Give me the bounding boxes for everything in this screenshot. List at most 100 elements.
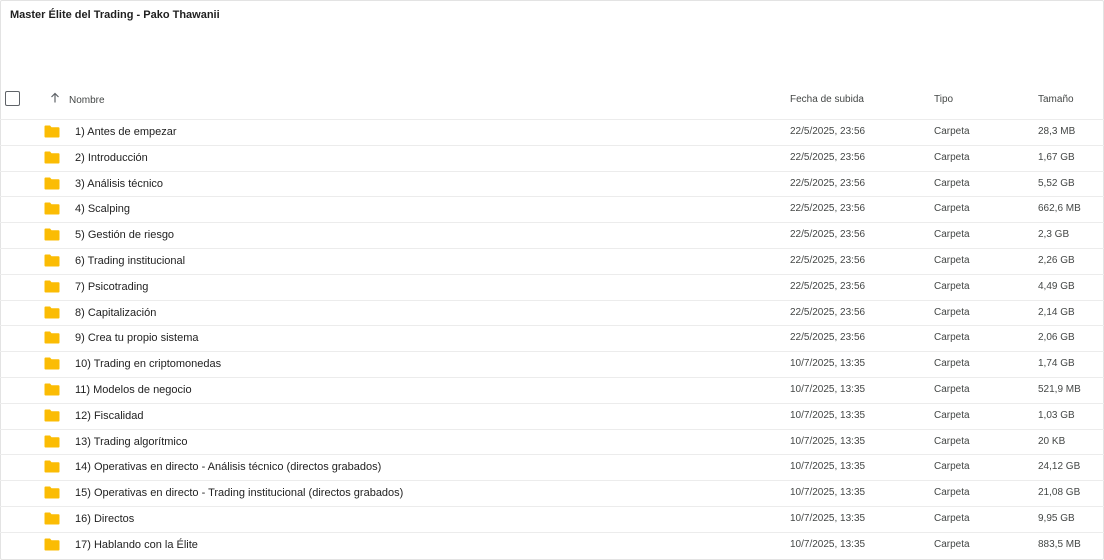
row-size: 21,08 GB [1038, 487, 1081, 499]
row-size: 20 KB [1038, 435, 1066, 447]
column-header-size[interactable]: Tamaño [1038, 94, 1074, 105]
table-row[interactable]: 5) Gestión de riesgo 22/5/2025, 23:56 Carp… [0, 222, 1104, 248]
row-name: 5) Gestión de riesgo [75, 229, 175, 242]
folder-icon [44, 306, 60, 319]
row-size: 883,5 MB [1038, 538, 1081, 550]
row-type: Carpeta [934, 512, 970, 524]
table-row[interactable]: 2) Introducción 22/5/2025, 23:56 Carpeta 1,… [0, 144, 1104, 171]
folder-title: Master Élite del Trading - Pako Thawanii [10, 9, 220, 21]
row-name: 13) Trading algorítmico [75, 435, 188, 448]
folder-icon [44, 409, 60, 422]
folder-icon [44, 331, 60, 344]
row-size: 2,3 GB [1038, 229, 1070, 241]
row-date: 22/5/2025, 23:56 [790, 332, 866, 344]
table-row[interactable]: 1) Antes de empezar 22/5/2025, 23:56 Carpe… [0, 119, 1104, 145]
row-name: 16) Directos [75, 512, 135, 525]
row-date: 10/7/2025, 13:35 [790, 383, 866, 395]
row-name: 8) Capitalización [75, 306, 157, 319]
row-name: 14) Operativas en directo - Análisis téc… [75, 461, 382, 474]
row-date: 22/5/2025, 23:56 [790, 229, 866, 241]
row-date: 10/7/2025, 13:35 [790, 358, 866, 370]
row-date: 22/5/2025, 23:56 [790, 151, 866, 163]
row-date: 10/7/2025, 13:35 [790, 512, 866, 524]
folder-icon [44, 254, 60, 267]
table-row[interactable]: 14) Operativas en directo - Análisis téc… [0, 454, 1104, 480]
row-date: 10/7/2025, 13:35 [790, 461, 866, 473]
column-header-date[interactable]: Fecha de subida [790, 94, 864, 105]
row-date: 10/7/2025, 13:35 [790, 538, 866, 550]
row-name: 9) Crea tu propio sistema [75, 332, 199, 345]
folder-icon [44, 435, 60, 448]
row-date: 22/5/2025, 23:56 [790, 280, 866, 292]
row-size: 1,03 GB [1038, 409, 1075, 421]
table-row[interactable]: 7) Psicotrading 22/5/2025, 23:56 Carpeta 4,… [0, 273, 1104, 300]
row-type: Carpeta [934, 358, 970, 370]
row-name: 10) Trading en criptomonedas [75, 358, 222, 371]
table-row[interactable]: 3) Análisis técnico 22/5/2025, 23:56 Carpe… [0, 170, 1104, 197]
folder-icon [44, 512, 60, 525]
row-date: 22/5/2025, 23:56 [790, 306, 866, 318]
folder-icon [44, 228, 60, 241]
row-size: 2,26 GB [1038, 254, 1075, 266]
column-header-name[interactable]: Nombre [69, 95, 105, 106]
row-size: 28,3 MB [1038, 126, 1076, 137]
row-size: 4,49 GB [1038, 280, 1075, 292]
row-name: 17) Hablando con la Élite [75, 538, 198, 551]
row-name: 7) Psicotrading [75, 280, 149, 293]
row-type: Carpeta [934, 126, 970, 137]
row-size: 24,12 GB [1038, 461, 1081, 473]
folder-icon [44, 177, 60, 190]
row-type: Carpeta [934, 487, 970, 499]
row-type: Carpeta [934, 280, 970, 292]
row-name: 15) Operativas en directo - Trading inst… [75, 487, 404, 500]
row-date: 22/5/2025, 23:56 [790, 203, 866, 215]
table-row[interactable]: 12) Fiscalidad 10/7/2025, 13:35 Carpeta 1,0… [0, 402, 1104, 429]
row-type: Carpeta [934, 538, 970, 550]
row-size: 1,74 GB [1038, 358, 1075, 370]
column-header-type[interactable]: Tipo [934, 94, 953, 105]
table-row[interactable]: 13) Trading algorítmico 10/7/2025, 13:35 C… [0, 428, 1104, 455]
folder-icon [44, 538, 60, 551]
table-row[interactable]: 6) Trading institucional 22/5/2025, 23:56… [0, 247, 1104, 274]
table-row[interactable]: 15) Operativas en directo - Trading inst… [0, 480, 1104, 506]
arrow-up-icon[interactable] [49, 92, 61, 104]
file-list: 1) Antes de empezar 22/5/2025, 23:56 Carpe… [0, 119, 1104, 558]
table-row[interactable]: 10) Trading en criptomonedas 10/7/2025, 1… [0, 351, 1104, 377]
row-type: Carpeta [934, 254, 970, 266]
row-size: 1,67 GB [1038, 151, 1075, 163]
table-row[interactable]: 16) Directos 10/7/2025, 13:35 Carpeta 9,95 … [0, 505, 1104, 532]
row-type: Carpeta [934, 203, 970, 215]
table-row[interactable]: 8) Capitalización 22/5/2025, 23:56 Carpeta… [0, 299, 1104, 326]
table-row[interactable]: 4) Scalping 22/5/2025, 23:56 Carpeta 662,6 … [0, 196, 1104, 222]
select-all-checkbox[interactable] [5, 91, 20, 106]
row-size: 662,6 MB [1038, 203, 1081, 215]
table-row[interactable]: 11) Modelos de negocio 10/7/2025, 13:35 Ca… [0, 376, 1104, 403]
row-type: Carpeta [934, 383, 970, 395]
folder-icon [44, 280, 60, 293]
row-type: Carpeta [934, 409, 970, 421]
row-type: Carpeta [934, 229, 970, 241]
row-type: Carpeta [934, 306, 970, 318]
folder-icon [44, 202, 60, 215]
row-name: 1) Antes de empezar [75, 126, 177, 138]
row-type: Carpeta [934, 461, 970, 473]
row-name: 4) Scalping [75, 203, 131, 216]
folder-icon [44, 125, 60, 138]
row-size: 5,52 GB [1038, 177, 1075, 189]
row-date: 22/5/2025, 23:56 [790, 177, 866, 189]
table-header: Nombre Fecha de subida Tipo Tamaño [0, 88, 1104, 113]
row-name: 11) Modelos de negocio [75, 383, 192, 396]
row-size: 2,06 GB [1038, 332, 1075, 344]
row-date: 10/7/2025, 13:35 [790, 487, 866, 499]
row-size: 9,95 GB [1038, 512, 1075, 524]
folder-icon [44, 460, 60, 473]
row-date: 10/7/2025, 13:35 [790, 409, 866, 421]
row-type: Carpeta [934, 332, 970, 344]
row-name: 12) Fiscalidad [75, 409, 144, 422]
folder-icon [44, 383, 60, 396]
table-row[interactable]: 17) Hablando con la Élite 10/7/2025, 13:3… [0, 531, 1104, 558]
table-row[interactable]: 9) Crea tu propio sistema 22/5/2025, 23:5… [0, 325, 1104, 351]
row-date: 10/7/2025, 13:35 [790, 435, 866, 447]
folder-icon [44, 151, 60, 164]
row-type: Carpeta [934, 177, 970, 189]
